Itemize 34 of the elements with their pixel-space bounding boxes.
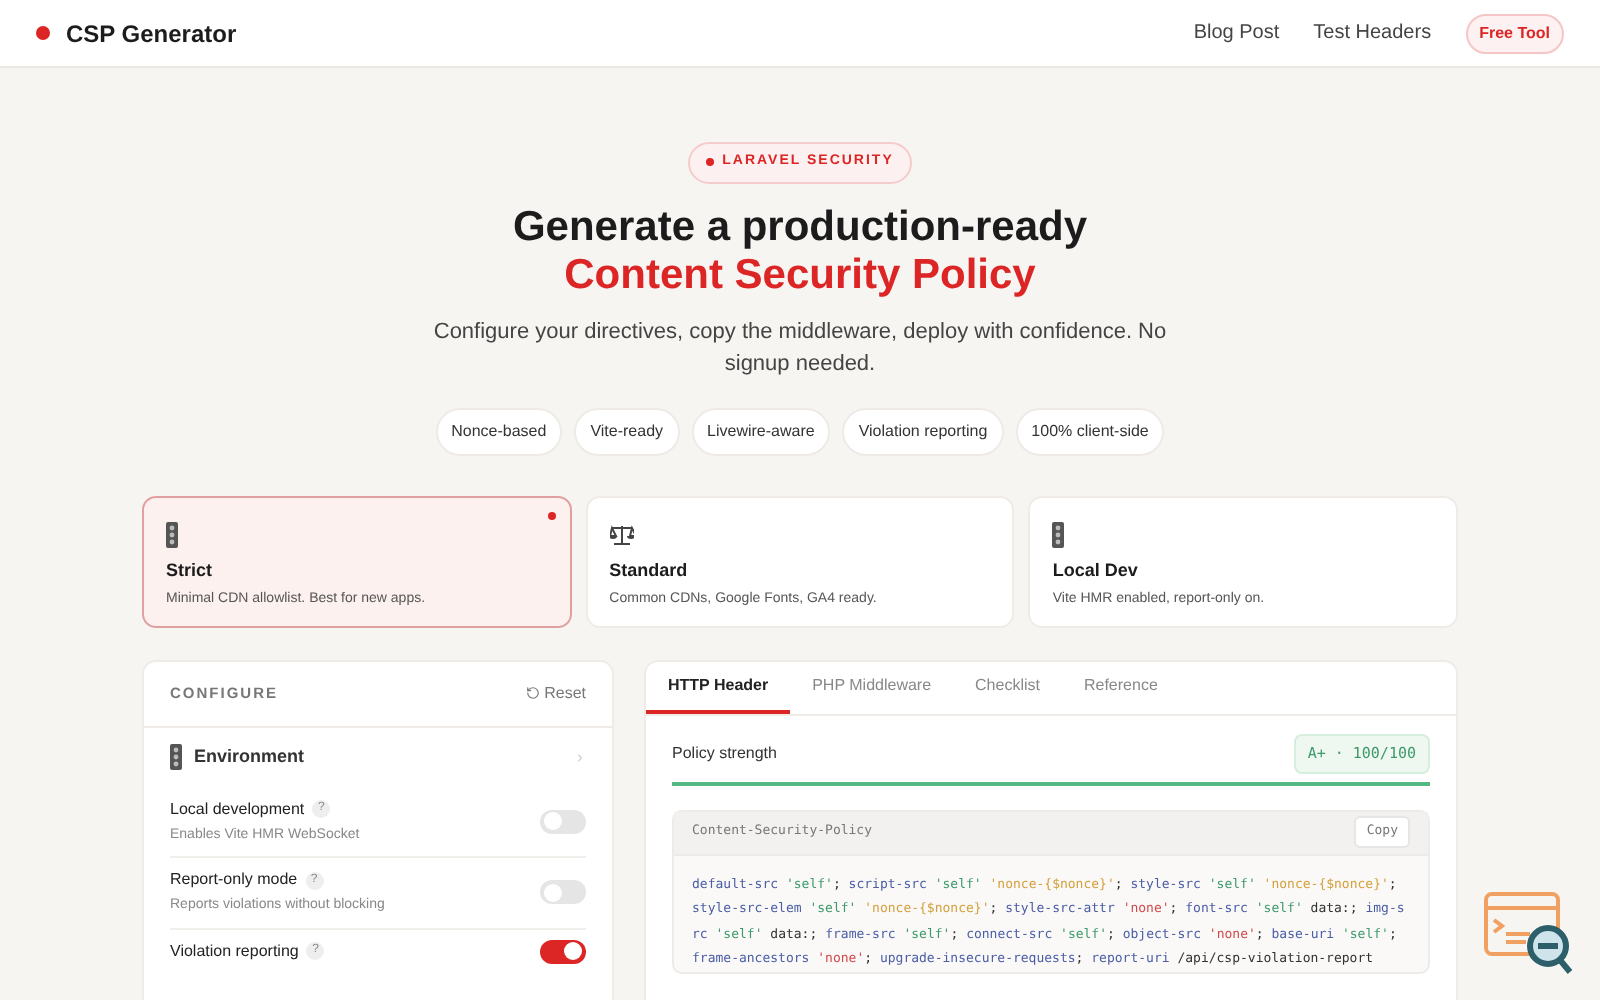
toggle-switch[interactable] <box>540 939 586 963</box>
preset-title: Strict <box>166 557 215 583</box>
option-label: Report-only mode <box>170 868 298 892</box>
traffic-light-icon <box>166 522 178 548</box>
traffic-light-icon <box>170 744 182 770</box>
output-tab[interactable]: PHP Middleware <box>790 661 954 713</box>
nav-link[interactable]: Blog Post <box>1193 18 1280 48</box>
toggle-switch[interactable] <box>540 809 586 834</box>
preset-title: Local Dev <box>1052 557 1140 583</box>
option-label: Local development <box>170 797 305 821</box>
free-tool-badge: Free Tool <box>1465 13 1564 53</box>
nav-link[interactable]: Test Headers <box>1313 18 1432 48</box>
preset-title: Standard <box>609 557 690 583</box>
toggle-switch[interactable] <box>540 880 586 905</box>
feature-chip: Vite-ready <box>574 407 680 455</box>
feature-chip: Livewire-aware <box>691 407 831 455</box>
strength-label: Policy strength <box>672 742 777 766</box>
output-tab[interactable]: HTTP Header <box>646 661 791 713</box>
reset-button[interactable]: Reset <box>526 681 586 705</box>
chevron-right-icon <box>574 751 586 763</box>
output-tab[interactable]: Reference <box>1061 661 1180 713</box>
scale-icon <box>609 524 634 546</box>
feature-chip: Violation reporting <box>842 407 1004 455</box>
traffic-light-icon <box>1052 522 1065 548</box>
output-tab[interactable]: Checklist <box>953 661 1062 713</box>
hero-title: Generate a production-ready <box>512 203 1088 251</box>
reset-icon <box>526 686 541 700</box>
option-label: Violation reporting <box>170 939 299 963</box>
feature-chip: 100% client-side <box>1015 407 1165 455</box>
section-title[interactable]: Environment <box>194 743 305 771</box>
hero-subtitle: Configure your directives, copy the middleware, deploy with confidence. No signup needed. <box>431 317 1169 379</box>
feature-chip: Nonce-based <box>435 407 563 455</box>
hero-title-accent: Content Security Policy <box>564 251 1036 299</box>
brand-name[interactable]: CSP Generator <box>66 15 237 51</box>
